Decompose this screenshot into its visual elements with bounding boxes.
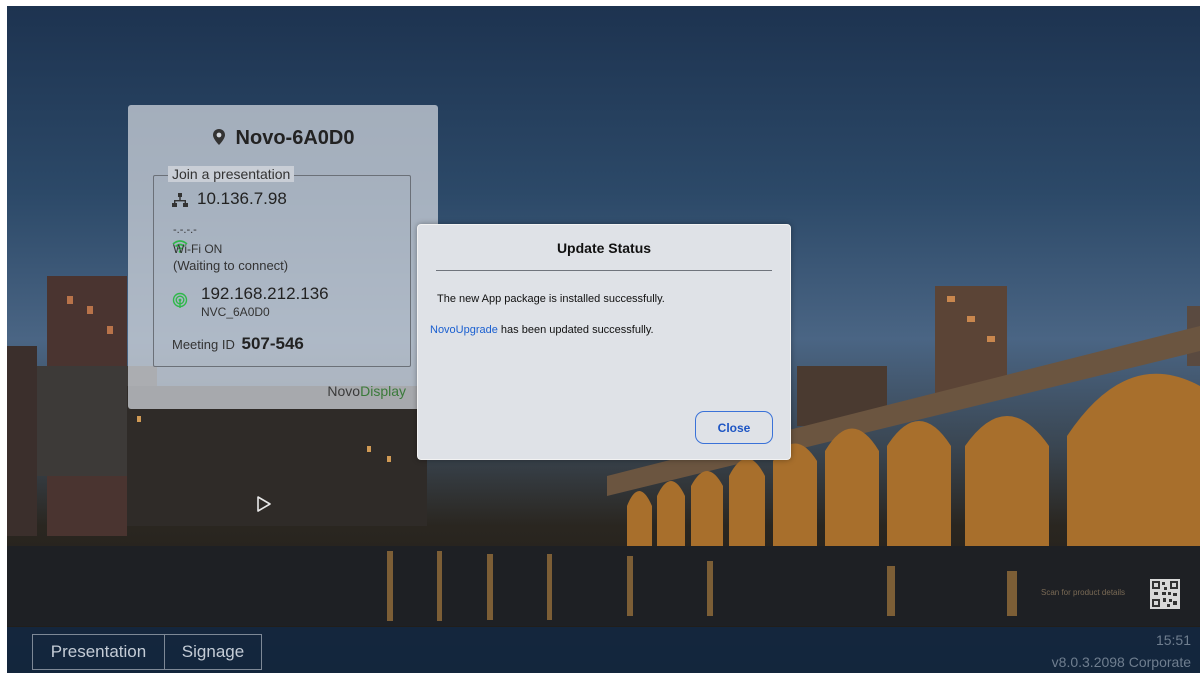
join-presentation-group: Join a presentation 10.136.7.98 -.-.-.- <box>153 166 411 367</box>
novoupgrade-link[interactable]: NovoUpgrade <box>430 324 498 336</box>
device-name: Novo-6A0D0 <box>235 127 355 149</box>
network-icon <box>172 193 188 207</box>
device-name-heading: Novo-6A0D0 <box>128 127 438 150</box>
join-presentation-label: Join a presentation <box>168 166 295 182</box>
wifi-substatus: (Waiting to connect) <box>173 258 289 273</box>
update-status-dialog: Update Status The new App package is ins… <box>417 224 791 460</box>
novodisplay-logo: NovoDisplay <box>327 383 406 399</box>
dialog-message-package: The new App package is installed success… <box>437 293 665 305</box>
play-cursor-icon[interactable] <box>256 495 272 513</box>
tab-presentation[interactable]: Presentation <box>32 634 165 670</box>
close-button[interactable]: Close <box>695 411 773 444</box>
wifi-status: Wi-Fi ON <box>173 242 223 256</box>
clock: 15:51 <box>1155 632 1191 648</box>
hotspot-icon <box>172 292 188 308</box>
bottom-bar: Presentation Signage 15:51 v8.0.3.2098 C… <box>7 627 1200 673</box>
dialog-divider <box>436 270 772 271</box>
lan-ip-address: 10.136.7.98 <box>197 189 287 208</box>
qr-scan-label: Scan for product details <box>1041 588 1126 597</box>
location-pin-icon <box>212 129 225 145</box>
meeting-id-label: Meeting ID <box>172 337 235 352</box>
version-label: v8.0.3.2098 Corporate <box>1051 654 1191 670</box>
hotspot-name: NVC_6A0D0 <box>201 305 270 319</box>
desktop-screen: Novo-6A0D0 Join a presentation 10.136.7.… <box>7 6 1200 673</box>
qr-code-icon[interactable] <box>1150 579 1180 609</box>
hotspot-ip-address: 192.168.212.136 <box>201 284 329 303</box>
wifi-ssid: -.-.-.- <box>173 224 197 236</box>
meeting-id-row: Meeting ID 507-546 <box>172 334 304 354</box>
tab-signage[interactable]: Signage <box>164 634 262 670</box>
dialog-title: Update Status <box>556 240 652 256</box>
meeting-id-value: 507-546 <box>241 334 304 353</box>
device-info-card: Novo-6A0D0 Join a presentation 10.136.7.… <box>128 105 438 409</box>
dialog-message-upgrade: NovoUpgrade has been updated successfull… <box>430 324 654 336</box>
